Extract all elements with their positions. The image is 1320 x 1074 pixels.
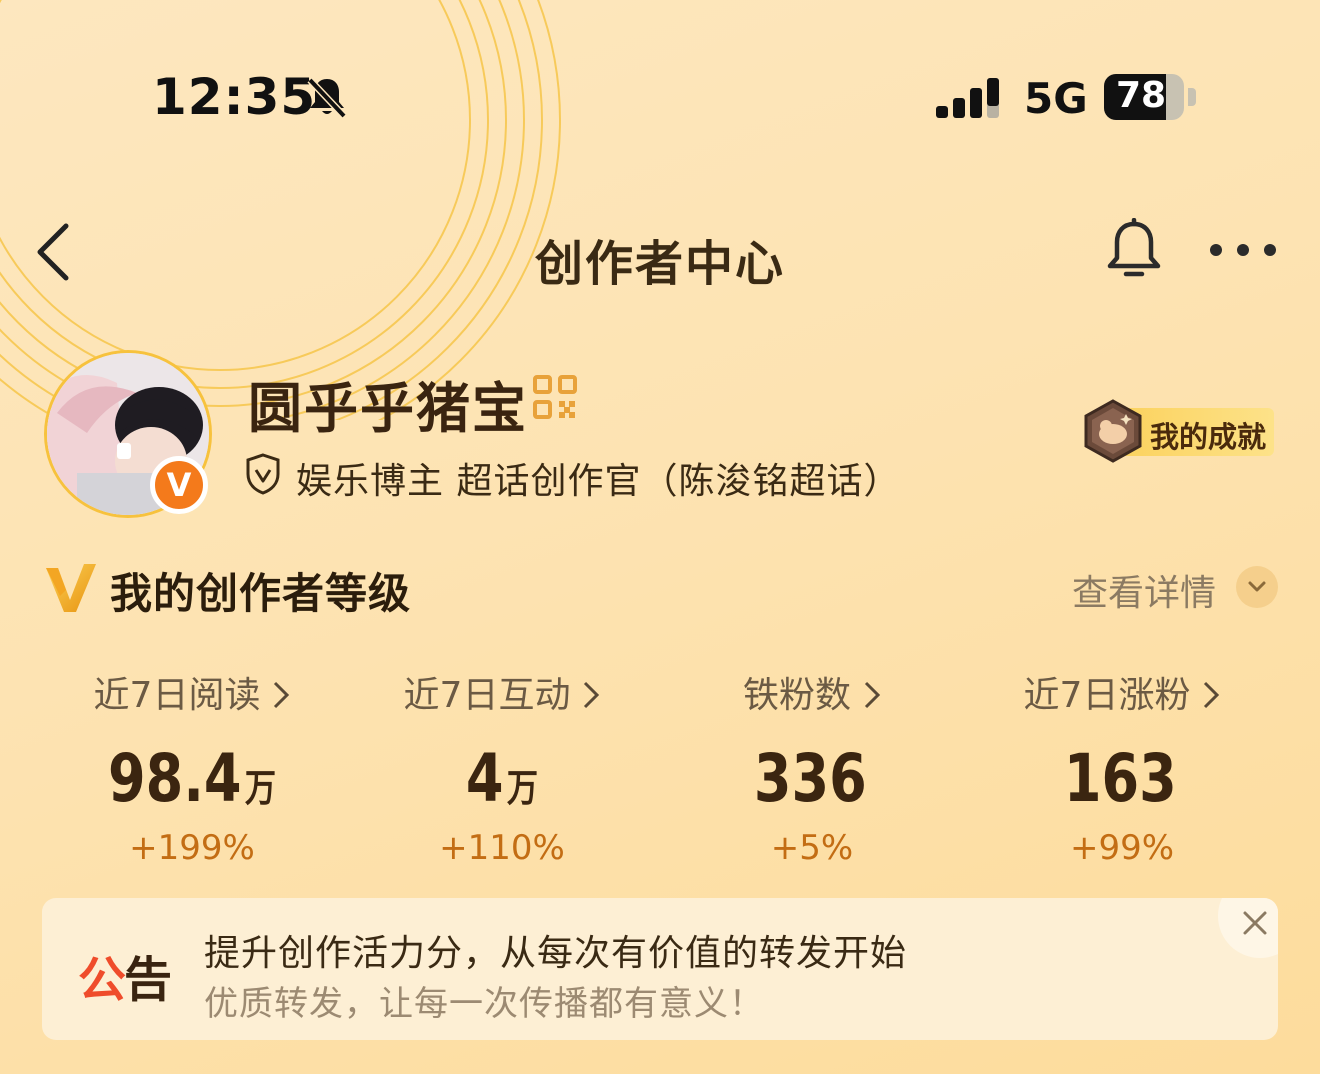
stat-number: 98.4 — [108, 740, 242, 817]
shield-check-icon — [246, 453, 280, 495]
stat-iron-fans[interactable]: 铁粉数 336 +5% — [662, 666, 962, 868]
stat-reads[interactable]: 近7日阅读 98.4万 +199% — [42, 666, 342, 868]
stat-value: 4万 — [379, 740, 625, 818]
achievement-button[interactable]: 我的成就 — [1080, 398, 1280, 464]
stat-value: 336 — [689, 740, 935, 818]
notice-tag: 公告 — [78, 940, 172, 1010]
username: 圆乎乎猪宝 — [248, 377, 528, 440]
stat-change: +99% — [1069, 828, 1175, 868]
achievement-badge-icon — [1084, 399, 1142, 463]
notice-tag-second: 告 — [124, 952, 172, 1008]
stat-change: +5% — [770, 828, 854, 868]
stat-label-text: 近7日涨粉 — [1023, 675, 1191, 716]
stat-value: 163 — [999, 740, 1245, 818]
stat-value: 98.4万 — [69, 740, 315, 818]
stat-interactions[interactable]: 近7日互动 4万 +110% — [352, 666, 652, 868]
bell-icon[interactable] — [1104, 218, 1164, 280]
verified-badge: V — [150, 456, 208, 514]
view-details-link[interactable]: 查看详情 — [1072, 564, 1216, 616]
stat-label-text: 铁粉数 — [742, 675, 851, 716]
notice-subline: 优质转发，让每一次传播都有意义！ — [204, 984, 764, 1024]
notice-close-button[interactable] — [1218, 898, 1278, 958]
close-icon — [1243, 911, 1267, 935]
battery-level: 78 — [1115, 75, 1167, 116]
chevron-right-icon — [584, 681, 600, 709]
bell-slash-icon — [307, 77, 347, 119]
stat-number: 163 — [1063, 740, 1177, 817]
battery-cap — [1188, 88, 1196, 106]
decorative-arcs — [0, 0, 561, 420]
v-level-icon — [46, 564, 96, 612]
more-icon[interactable] — [1206, 236, 1280, 264]
chevron-down-icon — [1248, 581, 1266, 592]
chevron-right-icon — [274, 681, 290, 709]
achievement-label: 我的成就 — [1150, 420, 1267, 454]
status-time: 12:35 — [152, 68, 317, 126]
stat-label: 铁粉数 — [662, 666, 962, 718]
stat-label: 近7日阅读 — [42, 666, 342, 718]
battery-indicator: 78 — [1104, 74, 1184, 120]
notice-banner[interactable]: 公告 提升创作活力分，从每次有价值的转发开始 优质转发，让每一次传播都有意义！ — [42, 898, 1278, 1040]
stat-unit: 万 — [506, 766, 539, 810]
stat-label-text: 近7日阅读 — [93, 675, 261, 716]
stat-number: 336 — [753, 740, 867, 817]
chevron-right-icon — [864, 681, 881, 709]
stat-change: +199% — [129, 828, 255, 868]
stat-label-text: 近7日互动 — [403, 675, 571, 716]
details-chevron-button[interactable] — [1236, 566, 1278, 608]
notice-headline: 提升创作活力分，从每次有价值的转发开始 — [204, 933, 908, 974]
network-label: 5G — [1024, 74, 1088, 123]
qr-code-icon[interactable] — [532, 374, 578, 420]
signal-icon — [936, 78, 999, 118]
chevron-right-icon — [1204, 681, 1220, 709]
stat-number: 4 — [465, 740, 504, 817]
stat-label: 近7日涨粉 — [972, 666, 1272, 718]
stat-new-fans[interactable]: 近7日涨粉 163 +99% — [972, 666, 1272, 868]
stat-change: +110% — [439, 828, 565, 868]
stat-unit: 万 — [244, 766, 276, 810]
stat-label: 近7日互动 — [352, 666, 652, 718]
creator-level-title: 我的创作者等级 — [110, 569, 412, 618]
verification-text[interactable]: 娱乐博主 超话创作官（陈浚铭超话） — [296, 452, 900, 504]
notice-tag-first: 公 — [78, 952, 126, 1008]
